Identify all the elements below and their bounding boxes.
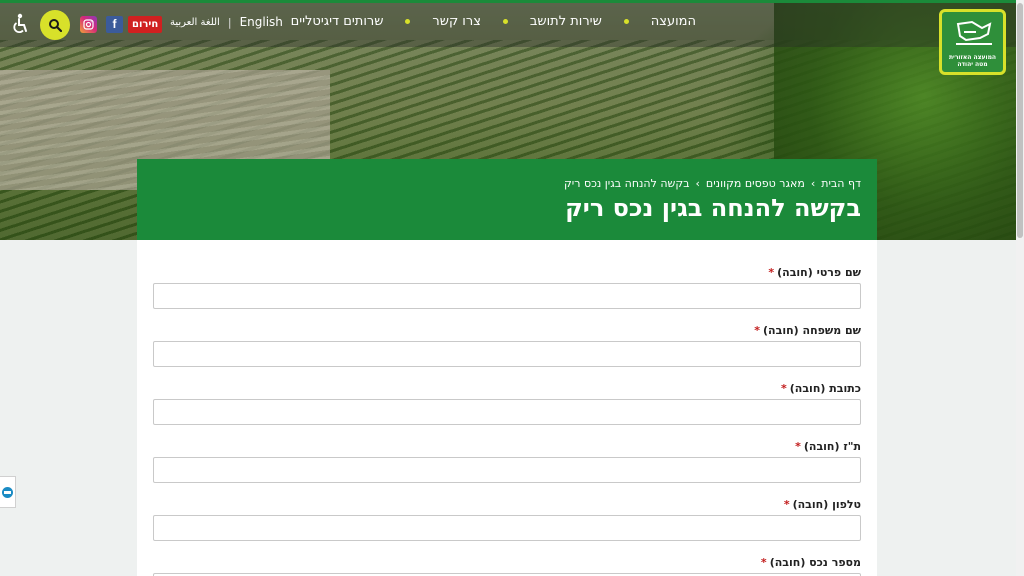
page-title: בקשה להנחה בגין נכס ריק <box>565 194 861 222</box>
search-icon <box>49 19 62 32</box>
required-marker: * <box>754 324 761 337</box>
facebook-icon[interactable]: f <box>106 16 123 33</box>
main-nav: המועצה שירות לתושב צרו קשר שרותים דיגיטל… <box>291 14 696 29</box>
logo-text-line1: המועצה האזורית <box>948 54 997 61</box>
language-switcher: اللغة العربية | English <box>170 15 283 29</box>
emergency-button[interactable]: חירום <box>128 16 163 33</box>
field-label: כתובת (חובה)* <box>153 382 861 395</box>
nav-separator-dot <box>502 19 508 24</box>
page-scrollbar[interactable] <box>1016 0 1024 576</box>
nav-item-council[interactable]: המועצה <box>651 14 696 29</box>
chevron-left-icon: › <box>695 177 700 190</box>
first-name-input[interactable] <box>153 283 861 309</box>
breadcrumb: דף הבית › מאגר טפסים מקוונים › בקשה להנח… <box>153 177 861 190</box>
lang-arabic-link[interactable]: اللغة العربية <box>170 17 220 28</box>
nav-separator-dot <box>623 19 629 24</box>
field-address: כתובת (חובה)* <box>153 382 861 425</box>
nav-item-label: שרותים דיגיטליים <box>290 14 384 29</box>
instagram-icon[interactable] <box>80 16 97 33</box>
nav-item-label: שירות לתושב <box>529 14 602 29</box>
field-label-text: כתובת (חובה) <box>789 382 861 395</box>
field-label: שם משפחה (חובה)* <box>153 324 861 337</box>
field-label: טלפון (חובה)* <box>153 498 861 511</box>
id-number-input[interactable] <box>153 457 861 483</box>
last-name-input[interactable] <box>153 341 861 367</box>
field-label: מספר נכס (חובה)* <box>153 556 861 569</box>
form-card: שם פרטי (חובה)* שם משפחה (חובה)* כתובת (… <box>137 240 877 576</box>
instagram-glyph-icon <box>83 19 94 30</box>
field-label-text: ת"ז (חובה) <box>803 440 861 453</box>
required-marker: * <box>783 498 790 511</box>
title-banner: דף הבית › מאגר טפסים מקוונים › בקשה להנח… <box>137 159 877 240</box>
phone-input[interactable] <box>153 515 861 541</box>
lang-english-link[interactable]: English <box>240 15 283 29</box>
required-marker: * <box>781 382 787 395</box>
breadcrumb-current: בקשה להנחה בגין נכס ריק <box>563 177 690 190</box>
nav-item-resident-service[interactable]: שירות לתושב <box>530 14 602 29</box>
nav-item-label: המועצה <box>650 14 696 29</box>
accessibility-icon[interactable] <box>11 13 31 35</box>
field-label-text: טלפון (חובה) <box>792 498 861 511</box>
nav-item-contact[interactable]: צרו קשר <box>432 14 481 29</box>
required-marker: * <box>795 440 801 453</box>
chevron-left-icon: › <box>810 177 816 190</box>
field-label-text: מספר נכס (חובה) <box>769 556 861 569</box>
logo-emblem-icon <box>956 20 992 45</box>
field-label: שם פרטי (חובה)* <box>153 266 861 279</box>
scrollbar-thumb[interactable] <box>1017 3 1023 238</box>
required-marker: * <box>760 556 767 569</box>
nav-separator-dot <box>405 19 411 24</box>
field-label: ת"ז (חובה)* <box>153 440 861 453</box>
search-button[interactable] <box>40 10 70 40</box>
teamviewer-icon <box>2 486 13 498</box>
field-label-text: שם משפחה (חובה) <box>763 324 861 337</box>
field-property-number: מספר נכס (חובה)* <box>153 556 861 576</box>
logo-text-line2: מטה יהודה <box>957 61 988 68</box>
field-phone: טלפון (חובה)* <box>153 498 861 541</box>
field-id-number: ת"ז (חובה)* <box>153 440 861 483</box>
nav-item-digital-services[interactable]: שרותים דיגיטליים <box>291 14 384 29</box>
address-input[interactable] <box>153 399 861 425</box>
field-label-text: שם פרטי (חובה) <box>777 266 861 279</box>
remote-support-tab[interactable] <box>0 476 16 508</box>
lang-separator: | <box>227 15 232 29</box>
nav-item-label: צרו קשר <box>432 14 481 29</box>
breadcrumb-home[interactable]: דף הבית <box>821 177 861 190</box>
field-first-name: שם פרטי (חובה)* <box>153 266 861 309</box>
breadcrumb-forms-repository[interactable]: מאגר טפסים מקוונים <box>706 177 805 190</box>
field-last-name: שם משפחה (חובה)* <box>153 324 861 367</box>
council-logo[interactable]: המועצה האזורית מטה יהודה <box>939 9 1006 75</box>
required-marker: * <box>768 266 775 279</box>
